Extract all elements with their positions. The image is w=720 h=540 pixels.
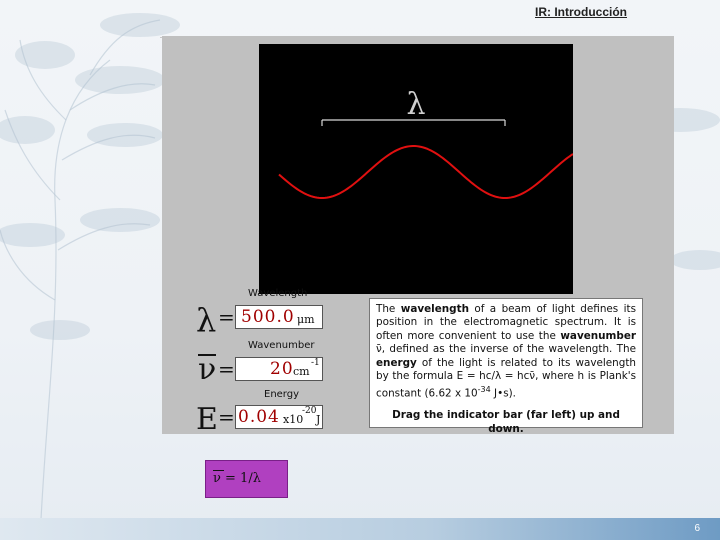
lambda-label: λ <box>406 87 425 122</box>
lambda-symbol: λ <box>196 301 217 339</box>
wavenumber-label: Wavenumber <box>248 340 315 351</box>
wavenumber-unit: cm <box>293 365 310 378</box>
slide-title: IR: Introducción <box>535 5 627 19</box>
footer-bar <box>0 518 720 540</box>
wavenumber-equals: = <box>218 357 235 381</box>
formula-box: ν = 1/λ <box>205 460 288 498</box>
wavenumber-unit-exponent: -1 <box>311 358 320 368</box>
energy-label: Energy <box>264 389 300 400</box>
wavenumber-value: 20 <box>270 359 294 379</box>
energy-symbol: E <box>196 402 218 437</box>
wave-line <box>278 144 574 200</box>
wavelength-unit: μm <box>297 313 315 326</box>
drag-instruction: Drag the indicator bar (far left) up and… <box>392 409 620 435</box>
energy-value: 0.04 <box>238 407 280 427</box>
wavelength-field[interactable]: 500.0 μm <box>235 305 323 329</box>
wavelength-equals: = <box>218 305 235 329</box>
wavelength-label: Wavelength <box>248 288 308 299</box>
nu-symbol: ν <box>198 352 217 387</box>
wavenumber-field[interactable]: 20 cm -1 <box>235 357 323 381</box>
energy-unit-exponent: -20 <box>302 406 317 416</box>
energy-equals: = <box>218 405 235 429</box>
wavelength-value: 500.0 <box>241 307 295 327</box>
description-text: The wavelength of a beam of light define… <box>376 303 636 400</box>
energy-field[interactable]: 0.04 x10 -20 J <box>235 405 323 429</box>
wave-graph: λ <box>278 87 574 200</box>
page-number: 6 <box>694 523 700 534</box>
wave-display-panel: λ <box>259 44 574 294</box>
energy-unit-prefix: x10 <box>283 413 304 426</box>
energy-unit: J <box>316 413 321 426</box>
formula-text: ν = 1/λ <box>213 471 261 486</box>
description-panel: The wavelength of a beam of light define… <box>369 298 643 435</box>
wave-applet: λ Wavelength λ = 500.0 μm Wavenumber ν =… <box>162 36 674 437</box>
